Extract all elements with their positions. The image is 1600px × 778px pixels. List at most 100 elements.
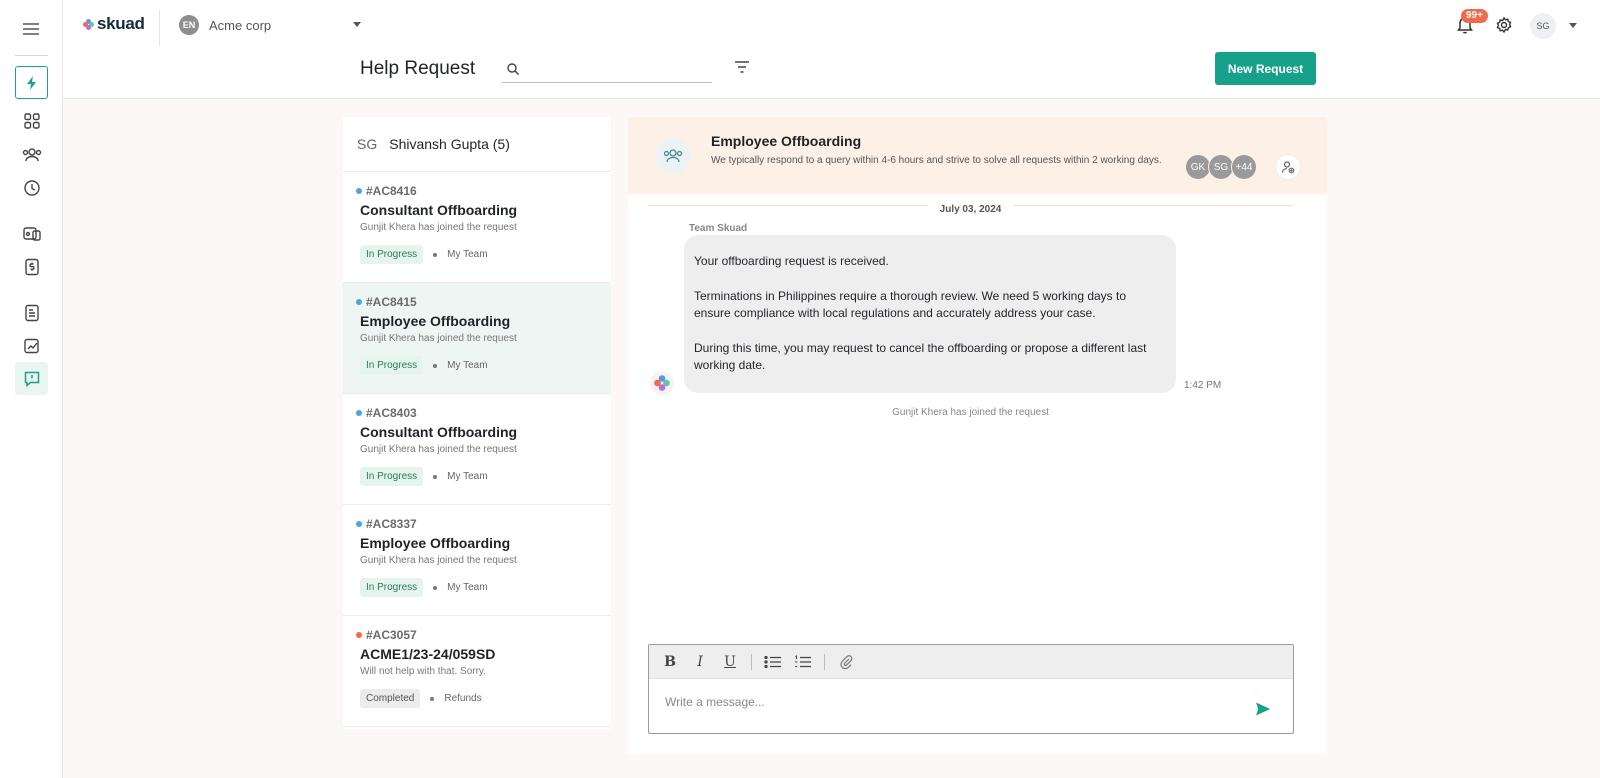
owner-name: Shivansh Gupta (5) <box>389 136 510 152</box>
request-subtitle: Gunjit Khera has joined the request <box>360 222 517 233</box>
request-subtitle: Will not help with that. Sorry. <box>360 666 486 677</box>
search-icon <box>507 63 519 75</box>
org-selector[interactable]: EN Acme corp <box>179 15 271 35</box>
send-icon[interactable] <box>1255 701 1271 717</box>
message-composer: B I U <box>648 644 1294 734</box>
users-icon <box>22 147 41 161</box>
chat-description: We typically respond to a query within 4… <box>711 155 1162 166</box>
chat-category-icon-wrap <box>655 138 691 174</box>
request-item[interactable]: #AC3057 ACME1/23-24/059SD Will not help … <box>343 616 611 727</box>
message-sender: Team Skuad <box>689 223 748 234</box>
member-count: +44 <box>1231 154 1257 180</box>
request-list-header: SG Shivansh Gupta (5) <box>343 117 611 172</box>
nav-help-requests[interactable] <box>15 362 48 395</box>
top-bar: skuad EN Acme corp 99+ SG <box>63 0 1600 50</box>
request-item[interactable]: #AC8403 Consultant Offboarding Gunjit Kh… <box>343 394 611 505</box>
notification-badge: 99+ <box>1461 9 1488 23</box>
request-title: Employee Offboarding <box>360 535 511 551</box>
nav-quick-actions[interactable] <box>15 66 48 99</box>
new-request-button[interactable]: New Request <box>1215 52 1316 85</box>
devices-icon <box>22 226 41 241</box>
nav-payments[interactable] <box>15 250 48 283</box>
message-paragraph: Your offboarding request is received. <box>694 254 889 268</box>
status-dot <box>356 299 362 305</box>
request-title: Consultant Offboarding <box>360 424 518 440</box>
request-subtitle: Gunjit Khera has joined the request <box>360 444 517 455</box>
nav-reports[interactable] <box>15 329 48 362</box>
status-dot <box>356 410 362 416</box>
search-input[interactable] <box>528 60 708 80</box>
page-title: Help Request <box>360 58 476 79</box>
skuad-logo[interactable]: skuad <box>83 14 145 34</box>
toolbar-divider <box>751 653 752 670</box>
bullet-list-icon[interactable] <box>762 651 784 673</box>
member-avatars[interactable]: GK SG +44 <box>1185 154 1257 180</box>
message-bubble: Your offboarding request is received. Te… <box>684 235 1176 393</box>
request-title: ACME1/23-24/059SD <box>360 646 496 662</box>
request-item[interactable]: #AC8337 Employee Offboarding Gunjit Kher… <box>343 505 611 616</box>
chat-header: Employee Offboarding We typically respon… <box>628 117 1327 194</box>
gear-icon[interactable] <box>1495 16 1513 34</box>
chat-title: Employee Offboarding <box>711 133 862 149</box>
chevron-down-icon[interactable] <box>1569 23 1577 28</box>
lightning-icon <box>26 75 36 90</box>
message-input[interactable] <box>665 695 1245 717</box>
request-subtitle: Gunjit Khera has joined the request <box>360 555 517 566</box>
request-team: My Team <box>447 582 488 593</box>
toolbar-divider <box>824 653 825 670</box>
nav-people[interactable] <box>15 138 48 171</box>
message-paragraph: Terminations in Philippines require a th… <box>694 288 1127 321</box>
status-badge: In Progress <box>360 356 424 375</box>
request-team: Refunds <box>444 693 482 704</box>
numbered-list-icon[interactable] <box>792 651 814 673</box>
filter-icon[interactable] <box>733 59 751 75</box>
brand-name: skuad <box>97 14 145 33</box>
chat-alert-icon <box>24 371 39 387</box>
page-header: Help Request New Request <box>63 50 1600 99</box>
request-id: #AC8337 <box>366 517 417 531</box>
menu-icon[interactable] <box>20 20 42 38</box>
nav-devices[interactable] <box>15 217 48 250</box>
status-badge: In Progress <box>360 245 424 264</box>
status-badge: Completed <box>360 689 421 708</box>
chevron-down-icon[interactable] <box>353 22 361 27</box>
search-box[interactable] <box>502 58 712 83</box>
org-name: Acme corp <box>209 17 272 33</box>
invoice-icon <box>24 258 39 275</box>
request-team: My Team <box>447 360 488 371</box>
underline-icon[interactable]: U <box>719 651 741 673</box>
skuad-logo-icon <box>654 375 670 391</box>
grid-icon <box>23 112 40 129</box>
skuad-logo-icon <box>83 18 94 30</box>
request-item[interactable]: #AC8416 Consultant Offboarding Gunjit Kh… <box>343 172 611 283</box>
nav-dashboard[interactable] <box>15 104 48 137</box>
request-title: Employee Offboarding <box>360 313 511 329</box>
nav-documents[interactable] <box>15 296 48 329</box>
add-member-button[interactable] <box>1275 154 1301 180</box>
status-badge: In Progress <box>360 467 424 486</box>
user-avatar[interactable]: SG <box>1530 13 1556 39</box>
request-id: #AC8416 <box>366 184 417 198</box>
nav-time[interactable] <box>15 171 48 204</box>
request-id: #AC8415 <box>366 295 417 309</box>
request-list: SG Shivansh Gupta (5) #AC8416 Consultant… <box>343 117 611 729</box>
format-toolbar: B I U <box>649 645 1293 679</box>
request-team: My Team <box>447 249 488 260</box>
users-icon <box>663 149 683 163</box>
chart-icon <box>23 338 39 353</box>
request-id: #AC8403 <box>366 406 417 420</box>
attachment-icon[interactable] <box>835 651 857 673</box>
italic-icon[interactable]: I <box>689 651 711 673</box>
chat-panel: Employee Offboarding We typically respon… <box>628 117 1327 754</box>
request-item[interactable]: #AC8415 Employee Offboarding Gunjit Kher… <box>343 283 611 394</box>
bold-icon[interactable]: B <box>659 651 681 673</box>
document-icon <box>24 304 39 321</box>
topbar-divider <box>159 10 160 46</box>
add-user-icon <box>1281 161 1295 174</box>
status-badge: In Progress <box>360 578 424 597</box>
request-title: Consultant Offboarding <box>360 202 518 218</box>
request-id: #AC3057 <box>366 628 417 642</box>
rail-divider <box>15 55 48 56</box>
date-label: July 03, 2024 <box>927 204 1014 215</box>
org-badge: EN <box>179 15 199 35</box>
